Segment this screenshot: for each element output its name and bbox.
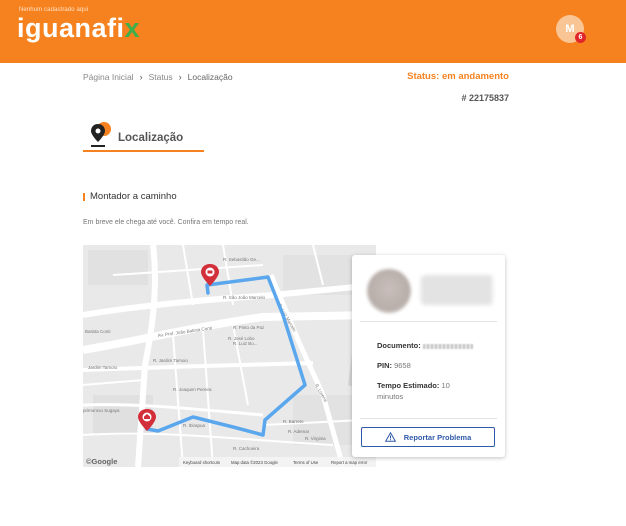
iguanafix-logo[interactable]: iguanafix <box>17 13 140 44</box>
eta-label: Tempo Estimado: <box>377 381 440 390</box>
street-label: R. Jardim Tamoio <box>153 358 188 363</box>
street-label: R. Ibirapua <box>183 423 206 428</box>
step-label: Montador a caminho <box>90 191 177 202</box>
chevron-right-icon: › <box>139 72 143 82</box>
google-logo: ©Google <box>86 457 117 466</box>
eta-row: Tempo Estimado: 10 minutos <box>377 380 477 402</box>
chevron-right-icon: › <box>178 72 182 82</box>
order-number: # 22175837 <box>461 93 509 103</box>
technician-card: Documento: PIN: 9658 Tempo Estimado: 10 … <box>352 255 505 457</box>
technician-photo <box>367 269 411 313</box>
street-label: R. Cachoeira <box>233 446 260 451</box>
divider <box>360 418 497 419</box>
breadcrumb: Página Inicial › Status › Localização <box>83 72 233 82</box>
street-label: R. Pinto da Paz <box>233 325 265 330</box>
warning-icon <box>384 432 396 442</box>
map-canvas[interactable]: R. Sebastião Ge... R. São João Marcelo A… <box>83 245 376 467</box>
location-pin-icon <box>91 122 111 147</box>
street-label: R. Sebastião Ge... <box>223 257 260 262</box>
report-problem-label: Reportar Problema <box>403 432 472 442</box>
street-label: R. Joaquim Pereira <box>173 387 212 392</box>
pin-row: PIN: 9658 <box>377 361 411 370</box>
section-header: Localização <box>83 120 204 152</box>
street-label: R. Virginia <box>305 436 326 441</box>
order-status: Status: em andamento <box>407 71 509 82</box>
report-problem-button[interactable]: Reportar Problema <box>361 427 495 447</box>
pin-value: 9658 <box>394 361 411 370</box>
document-label: Documento: <box>377 341 421 350</box>
terms-link[interactable]: Terms of Use <box>293 460 319 465</box>
pin-label: PIN: <box>377 361 392 370</box>
street-label: R. Luiz Bo... <box>233 341 258 346</box>
breadcrumb-status[interactable]: Status <box>149 72 173 82</box>
section-title: Localização <box>118 132 184 144</box>
report-map-error-link[interactable]: Report a map error <box>331 460 368 465</box>
street-label: R. Barreto <box>283 419 304 424</box>
keyboard-shortcuts-link[interactable]: Keyboard shortcuts <box>183 460 220 465</box>
street-label: R. Ademar <box>288 429 310 434</box>
route-map[interactable]: R. Sebastião Ge... R. São João Marcelo A… <box>83 245 376 467</box>
street-label: Batista Conti <box>85 329 111 334</box>
document-value-blurred <box>422 343 473 349</box>
divider <box>360 321 497 322</box>
document-row: Documento: <box>377 341 473 350</box>
top-header: Nenhum cadastrado aqui iguanafix M 6 <box>0 0 626 63</box>
street-label: primoroso Sugaya <box>83 408 120 413</box>
breadcrumb-home[interactable]: Página Inicial <box>83 72 134 82</box>
breadcrumb-current: Localização <box>187 72 233 82</box>
step-indicator: Montador a caminho <box>83 191 177 202</box>
map-data-text: Map data ©2023 Google <box>231 460 278 465</box>
street-label: R. São João Marcelo <box>223 295 266 300</box>
step-marker <box>83 192 85 201</box>
step-description: Em breve ele chega até você. Confira em … <box>83 219 249 226</box>
street-label: Jardim Tamoio <box>88 365 118 370</box>
technician-name-blurred <box>421 275 493 305</box>
logo-main-text: iguanafi <box>17 13 125 43</box>
logo-x-text: x <box>124 13 141 43</box>
notification-badge: 6 <box>575 32 586 43</box>
